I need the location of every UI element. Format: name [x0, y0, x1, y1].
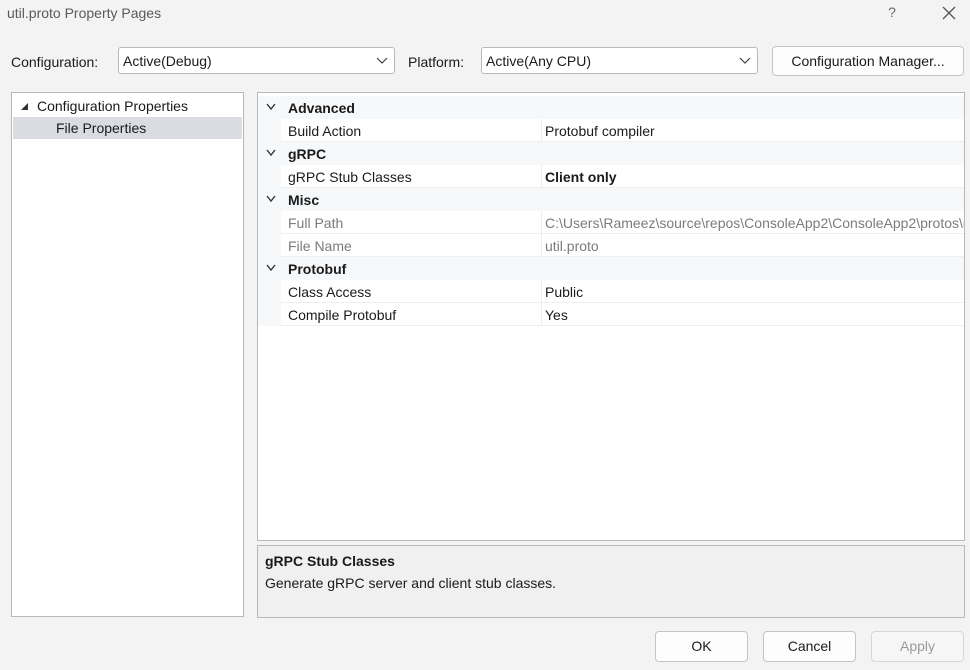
row-gutter: [258, 234, 281, 257]
platform-label: Platform:: [408, 54, 465, 70]
column-divider: [541, 211, 542, 234]
property-row-build-action[interactable]: Build Action Protobuf compiler: [258, 119, 964, 142]
column-divider: [541, 165, 542, 188]
cancel-button[interactable]: Cancel: [763, 631, 856, 662]
row-gutter: [258, 303, 281, 326]
close-icon[interactable]: [940, 4, 958, 22]
configuration-value: Active(Debug): [123, 53, 212, 69]
property-value: util.proto: [545, 238, 599, 254]
description-text: Generate gRPC server and client stub cla…: [265, 575, 557, 591]
column-divider: [541, 234, 542, 257]
chevron-down-icon: [266, 149, 276, 157]
property-row-grpc-stub-classes[interactable]: gRPC Stub Classes Client only: [258, 165, 964, 188]
chevron-down-icon: [266, 264, 276, 272]
category-title: Protobuf: [288, 261, 347, 277]
row-gutter: [258, 211, 281, 234]
property-value[interactable]: Client only: [545, 169, 617, 185]
property-name: File Name: [288, 238, 352, 254]
property-name: Compile Protobuf: [288, 307, 397, 323]
configuration-manager-button[interactable]: Configuration Manager...: [772, 46, 964, 76]
property-grid: Advanced Build Action Protobuf compiler …: [257, 92, 965, 541]
platform-value: Active(Any CPU): [486, 53, 592, 69]
property-row-compile-protobuf[interactable]: Compile Protobuf Yes: [258, 303, 964, 326]
chevron-down-icon: [739, 57, 751, 64]
tree-item-label: File Properties: [56, 120, 147, 136]
property-row-full-path[interactable]: Full Path C:\Users\Rameez\source\repos\C…: [258, 211, 964, 234]
configuration-label: Configuration:: [11, 54, 99, 70]
tree-item-file-properties[interactable]: File Properties: [13, 117, 242, 139]
category-title: gRPC: [288, 146, 327, 162]
chevron-down-icon: [266, 195, 276, 203]
apply-button[interactable]: Apply: [871, 631, 964, 662]
window-title: util.proto Property Pages: [7, 5, 162, 21]
property-row-file-name[interactable]: File Name util.proto: [258, 234, 964, 257]
category-title: Advanced: [288, 100, 355, 116]
category-title: Misc: [288, 192, 320, 208]
tree-item-label: Configuration Properties: [37, 98, 188, 114]
column-divider: [541, 303, 542, 326]
description-title: gRPC Stub Classes: [265, 553, 395, 569]
property-name: gRPC Stub Classes: [288, 169, 412, 185]
property-value: C:\Users\Rameez\source\repos\ConsoleApp2…: [545, 215, 964, 231]
row-gutter: [258, 165, 281, 188]
description-pane: gRPC Stub Classes Generate gRPC server a…: [257, 545, 965, 618]
expanded-triangle-icon: [21, 103, 28, 110]
title-bar: util.proto Property Pages ?: [0, 0, 970, 30]
platform-dropdown[interactable]: Active(Any CPU): [481, 47, 758, 74]
property-name: Class Access: [288, 284, 372, 300]
property-name: Build Action: [288, 123, 362, 139]
help-button[interactable]: ?: [885, 4, 899, 20]
column-divider: [541, 119, 542, 142]
category-misc[interactable]: Misc: [258, 188, 964, 211]
row-separator: [281, 325, 964, 326]
row-gutter: [258, 119, 281, 142]
property-value[interactable]: Yes: [545, 307, 568, 323]
category-protobuf[interactable]: Protobuf: [258, 257, 964, 280]
category-grpc[interactable]: gRPC: [258, 142, 964, 165]
property-value[interactable]: Public: [545, 284, 583, 300]
column-divider: [541, 280, 542, 303]
property-value[interactable]: Protobuf compiler: [545, 123, 655, 139]
property-tree: Configuration Properties File Properties: [11, 92, 244, 617]
ok-button[interactable]: OK: [655, 631, 748, 662]
property-row-class-access[interactable]: Class Access Public: [258, 280, 964, 303]
row-gutter: [258, 280, 281, 303]
chevron-down-icon: [266, 103, 276, 111]
property-name: Full Path: [288, 215, 344, 231]
tree-item-configuration-properties[interactable]: Configuration Properties: [12, 95, 243, 117]
category-advanced[interactable]: Advanced: [258, 96, 964, 119]
configuration-dropdown[interactable]: Active(Debug): [118, 47, 395, 74]
chevron-down-icon: [376, 57, 388, 64]
